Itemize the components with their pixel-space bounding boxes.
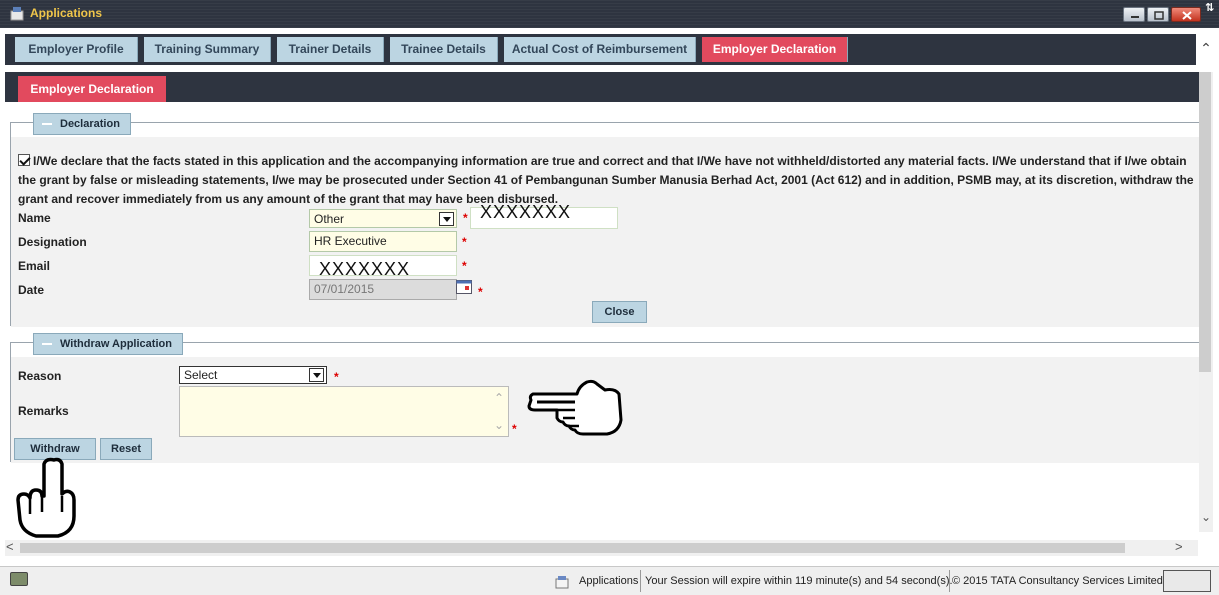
- date-value: 07/01/2015: [314, 282, 375, 296]
- pointing-hand-left-icon: [527, 379, 623, 436]
- window-title: Applications: [30, 6, 103, 20]
- copyright-text: © 2015 TATA Consultancy Services Limited: [952, 575, 1163, 587]
- name-value-masked: XXXXXXX: [480, 202, 572, 222]
- withdraw-legend-label: Withdraw Application: [60, 338, 172, 350]
- name-label: Name: [18, 211, 51, 225]
- session-timer: Your Session will expire within 119 minu…: [645, 575, 953, 587]
- maximize-icon: [1154, 11, 1164, 20]
- date-input: 07/01/2015: [309, 279, 457, 300]
- date-label: Date: [18, 283, 45, 297]
- tab-strip: Employer Profile Training Summary Traine…: [5, 34, 1196, 65]
- minimize-icon: [1131, 16, 1139, 18]
- required-marker: *: [512, 422, 517, 436]
- calendar-icon[interactable]: [456, 280, 472, 294]
- tab-training-summary[interactable]: Training Summary: [144, 37, 271, 62]
- chevron-down-icon: [309, 368, 324, 382]
- resize-arrows-icon[interactable]: ⇅: [1205, 1, 1214, 14]
- textarea-scroll-down-icon[interactable]: ⌄: [494, 416, 504, 434]
- scroll-up-icon[interactable]: ⌃: [1197, 40, 1215, 56]
- status-divider: [949, 570, 950, 592]
- tab-trainer-details[interactable]: Trainer Details: [277, 37, 384, 62]
- status-bar: Applications Your Session will expire wi…: [0, 566, 1219, 595]
- required-marker: *: [463, 211, 468, 225]
- declaration-checkbox[interactable]: [18, 154, 30, 166]
- title-bar: Applications ⇅: [0, 0, 1219, 28]
- withdraw-legend[interactable]: Withdraw Application: [33, 333, 183, 355]
- application-icon: [555, 576, 569, 589]
- name-select-value: Other: [314, 212, 345, 226]
- reset-button[interactable]: Reset: [100, 438, 152, 460]
- chevron-down-icon: [439, 212, 454, 226]
- tab-employer-profile[interactable]: Employer Profile: [15, 37, 138, 62]
- required-marker: *: [334, 370, 339, 384]
- reason-select-value: Select: [184, 368, 218, 382]
- maximize-button[interactable]: [1147, 7, 1169, 22]
- required-marker: *: [462, 259, 467, 273]
- tab-actual-cost[interactable]: Actual Cost of Reimbursement: [504, 37, 696, 62]
- scroll-right-icon[interactable]: >: [1175, 539, 1183, 554]
- name-select[interactable]: Other: [309, 209, 457, 228]
- designation-value: HR Executive: [314, 234, 387, 248]
- desktop-icon[interactable]: [10, 572, 28, 586]
- declaration-text-block: I/We declare that the facts stated in th…: [18, 152, 1198, 209]
- tab-employer-declaration[interactable]: Employer Declaration: [702, 37, 848, 62]
- section-header: Employer Declaration: [5, 72, 1199, 102]
- collapse-icon: [42, 343, 52, 346]
- app-window-icon: [10, 7, 24, 21]
- digigov-logo: [1163, 570, 1211, 592]
- collapse-icon: [42, 123, 52, 126]
- designation-label: Designation: [18, 235, 87, 249]
- scroll-left-icon[interactable]: <: [6, 539, 14, 554]
- status-app-name: Applications: [579, 575, 639, 587]
- close-icon: [1182, 11, 1192, 20]
- declaration-text: I/We declare that the facts stated in th…: [18, 154, 1194, 206]
- vertical-scrollbar-thumb[interactable]: [1199, 72, 1211, 372]
- subtab-employer-declaration[interactable]: Employer Declaration: [18, 76, 166, 102]
- required-marker: *: [478, 285, 483, 299]
- reason-select[interactable]: Select: [179, 366, 327, 384]
- close-button[interactable]: Close: [592, 301, 647, 323]
- reason-label: Reason: [18, 369, 62, 383]
- textarea-scroll-up-icon[interactable]: ⌃: [494, 389, 504, 407]
- pointing-hand-up-icon: [16, 457, 76, 538]
- email-label: Email: [18, 259, 51, 273]
- remarks-label: Remarks: [18, 404, 69, 418]
- required-marker: *: [462, 235, 467, 249]
- scroll-down-icon[interactable]: ⌄: [1199, 510, 1213, 524]
- declaration-legend-label: Declaration: [60, 118, 120, 130]
- horizontal-scrollbar-thumb[interactable]: [20, 543, 1125, 553]
- designation-input[interactable]: HR Executive: [309, 231, 457, 252]
- declaration-legend[interactable]: Declaration: [33, 113, 131, 135]
- remarks-textarea[interactable]: ⌃ ⌄: [179, 386, 509, 437]
- status-divider: [640, 570, 641, 592]
- minimize-button[interactable]: [1123, 7, 1145, 22]
- close-window-button[interactable]: [1171, 7, 1201, 22]
- email-value-masked: XXXXXXX: [319, 259, 411, 279]
- tab-trainee-details[interactable]: Trainee Details: [390, 37, 498, 62]
